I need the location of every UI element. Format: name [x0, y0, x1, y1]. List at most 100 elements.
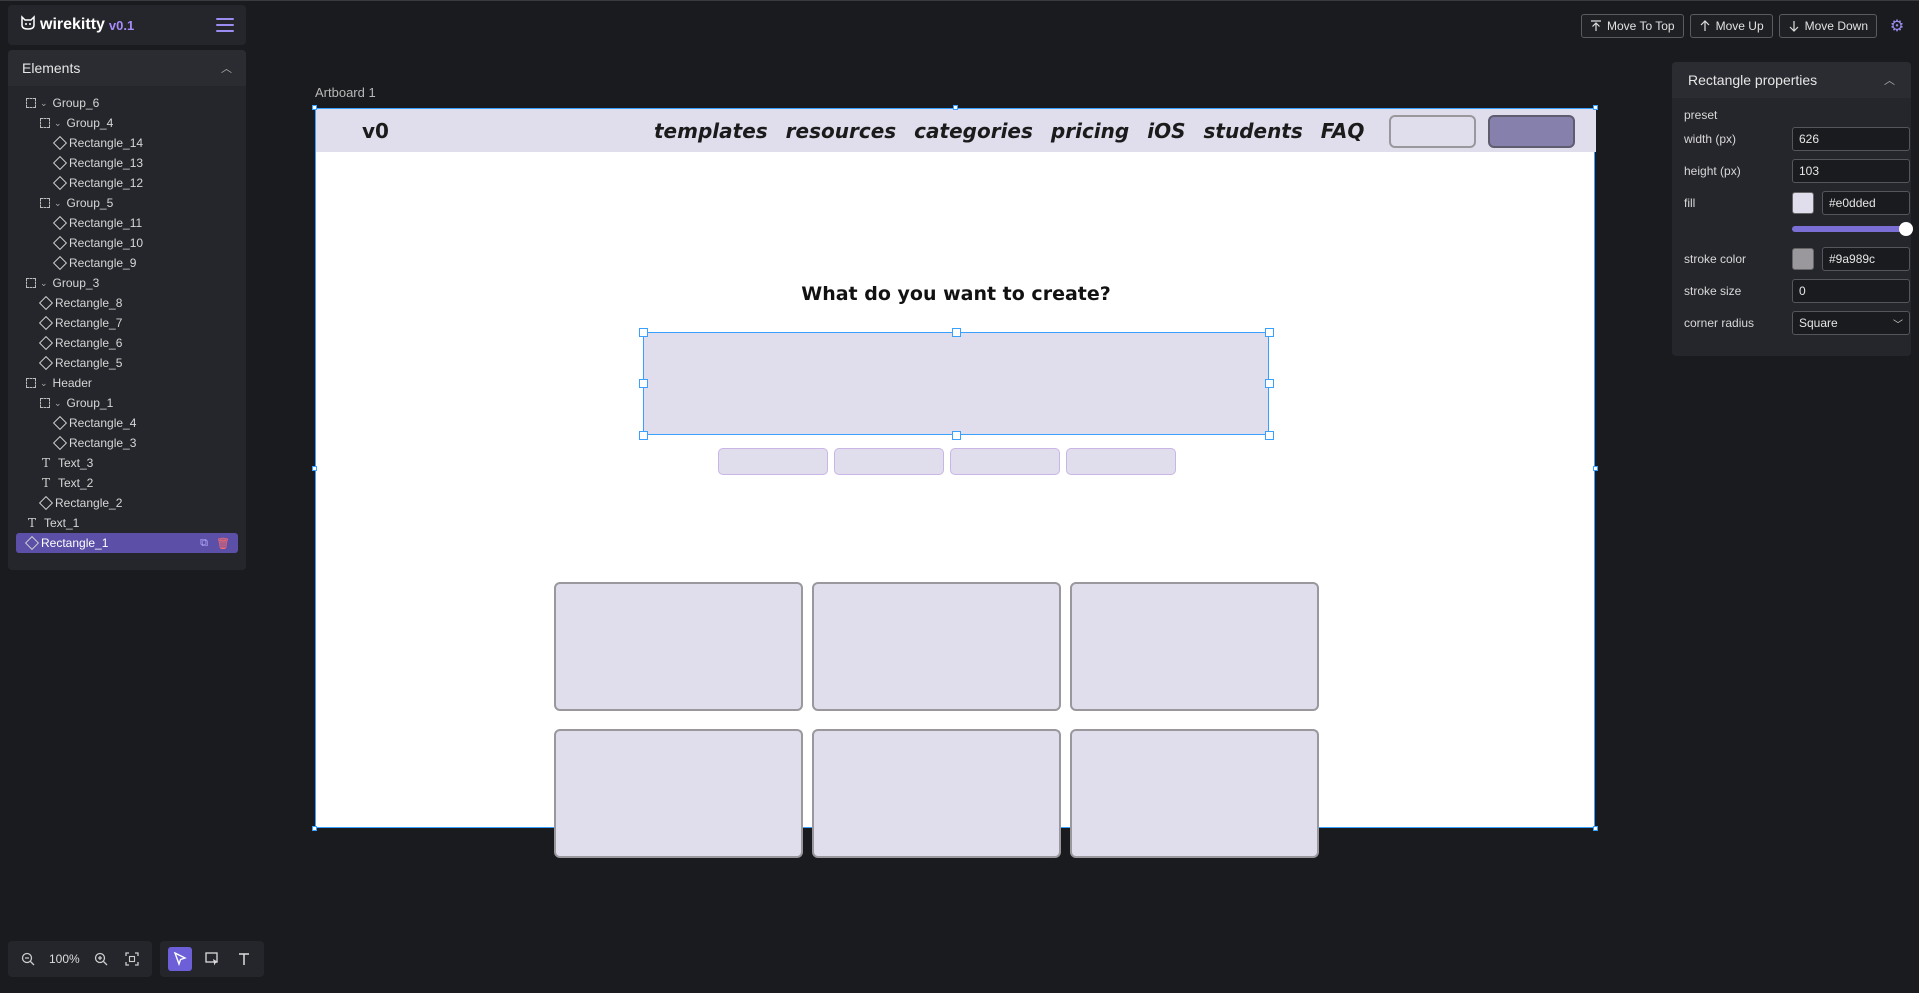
wire-card-overflow[interactable]: [554, 828, 803, 858]
artboard-handle[interactable]: [953, 105, 958, 110]
resize-handle[interactable]: [639, 328, 648, 337]
layer-item[interactable]: Rectangle_11: [16, 213, 238, 233]
layer-item[interactable]: Rectangle_9: [16, 253, 238, 273]
layer-item[interactable]: T Text_2: [16, 473, 238, 493]
nav-item[interactable]: iOS: [1147, 119, 1185, 143]
zoom-out-icon[interactable]: [18, 949, 38, 969]
layer-item[interactable]: ⌄ Group_3: [16, 273, 238, 293]
nav-item[interactable]: FAQ: [1321, 119, 1365, 143]
wire-logo-text[interactable]: v0: [362, 119, 389, 143]
layer-item[interactable]: Rectangle_5: [16, 353, 238, 373]
resize-handle[interactable]: [1265, 431, 1274, 440]
stroke-color-swatch[interactable]: [1792, 248, 1814, 270]
hamburger-menu-icon[interactable]: [216, 18, 234, 32]
width-input[interactable]: 626: [1792, 127, 1910, 151]
layer-item[interactable]: T Text_3: [16, 453, 238, 473]
chevron-down-icon[interactable]: ⌄: [40, 278, 48, 289]
nav-item[interactable]: students: [1203, 119, 1302, 143]
artboard[interactable]: v0 templates resources categories pricin…: [315, 108, 1596, 829]
wire-chip[interactable]: [834, 448, 944, 475]
wire-header[interactable]: v0 templates resources categories pricin…: [316, 109, 1596, 152]
fill-opacity-slider[interactable]: [1792, 222, 1913, 236]
wire-card[interactable]: [554, 729, 803, 829]
selected-rectangle[interactable]: [643, 332, 1269, 435]
chevron-down-icon[interactable]: ⌄: [54, 118, 62, 129]
layer-item[interactable]: Rectangle_14: [16, 133, 238, 153]
chevron-up-icon[interactable]: ︿: [221, 60, 232, 76]
layer-item[interactable]: ⌄ Group_6: [16, 93, 238, 113]
chevron-down-icon[interactable]: ⌄: [54, 398, 62, 409]
resize-handle[interactable]: [1265, 328, 1274, 337]
layer-item[interactable]: T Text_1: [16, 513, 238, 533]
layer-item[interactable]: ⌄ Header: [16, 373, 238, 393]
wire-card-overflow[interactable]: [1070, 828, 1319, 858]
rectangle-tool-icon[interactable]: [200, 947, 224, 971]
move-down-button[interactable]: Move Down: [1778, 14, 1877, 38]
layer-item[interactable]: ⌄ Group_5: [16, 193, 238, 213]
layer-item[interactable]: Rectangle_1 ⧉ 🗑: [16, 533, 238, 553]
layer-item[interactable]: Rectangle_4: [16, 413, 238, 433]
rectangle-icon: [52, 215, 68, 231]
artboard-label[interactable]: Artboard 1: [315, 85, 376, 100]
layer-item[interactable]: Rectangle_13: [16, 153, 238, 173]
layer-item[interactable]: Rectangle_7: [16, 313, 238, 333]
text-tool-icon[interactable]: [232, 947, 256, 971]
nav-item[interactable]: categories: [914, 119, 1033, 143]
wire-card[interactable]: [812, 729, 1061, 829]
wire-card-overflow[interactable]: [812, 828, 1061, 858]
layer-item[interactable]: ⌄ Group_4: [16, 113, 238, 133]
layer-item[interactable]: Rectangle_2: [16, 493, 238, 513]
nav-item[interactable]: templates: [654, 119, 768, 143]
resize-handle[interactable]: [639, 431, 648, 440]
chevron-down-icon[interactable]: ⌄: [54, 198, 62, 209]
wire-chip[interactable]: [718, 448, 828, 475]
duplicate-icon[interactable]: ⧉: [200, 537, 208, 550]
wire-card[interactable]: [1070, 729, 1319, 829]
layer-item[interactable]: ⌄ Group_1: [16, 393, 238, 413]
slider-handle[interactable]: [1899, 222, 1913, 236]
resize-handle[interactable]: [639, 379, 648, 388]
chevron-up-icon[interactable]: ︿: [1884, 72, 1895, 88]
stroke-size-input[interactable]: 0: [1792, 279, 1910, 303]
artboard-handle[interactable]: [312, 826, 317, 831]
gear-icon[interactable]: ⚙: [1887, 16, 1907, 36]
wire-headline[interactable]: What do you want to create?: [316, 283, 1596, 305]
layer-item[interactable]: Rectangle_10: [16, 233, 238, 253]
properties-panel-header[interactable]: Rectangle properties ︿: [1672, 62, 1911, 98]
wire-card[interactable]: [554, 582, 803, 711]
layer-item[interactable]: Rectangle_12: [16, 173, 238, 193]
artboard-handle[interactable]: [312, 466, 317, 471]
layer-item[interactable]: Rectangle_3: [16, 433, 238, 453]
resize-handle[interactable]: [1265, 379, 1274, 388]
artboard-handle[interactable]: [312, 105, 317, 110]
elements-panel-header[interactable]: Elements ︿: [8, 50, 246, 86]
resize-handle[interactable]: [952, 431, 961, 440]
move-up-button[interactable]: Move Up: [1689, 14, 1773, 38]
wire-card[interactable]: [1070, 582, 1319, 711]
artboard-handle[interactable]: [1593, 105, 1598, 110]
wire-card[interactable]: [812, 582, 1061, 711]
corner-radius-select[interactable]: Square ﹀: [1792, 311, 1910, 335]
chevron-down-icon[interactable]: ⌄: [40, 378, 48, 389]
select-tool-cursor-icon[interactable]: [168, 947, 192, 971]
layer-item[interactable]: Rectangle_6: [16, 333, 238, 353]
move-to-top-button[interactable]: Move To Top: [1581, 14, 1684, 38]
artboard-handle[interactable]: [1593, 826, 1598, 831]
wire-chip[interactable]: [950, 448, 1060, 475]
trash-icon[interactable]: 🗑: [216, 537, 230, 550]
nav-item[interactable]: pricing: [1051, 119, 1129, 143]
zoom-in-icon[interactable]: [91, 949, 111, 969]
fit-to-screen-icon[interactable]: [122, 949, 142, 969]
fill-swatch[interactable]: [1792, 192, 1814, 214]
wire-header-button-light[interactable]: [1389, 115, 1476, 148]
chevron-down-icon[interactable]: ⌄: [40, 98, 48, 109]
wire-header-button-dark[interactable]: [1488, 115, 1575, 148]
layer-item[interactable]: Rectangle_8: [16, 293, 238, 313]
fill-input[interactable]: #e0dded: [1822, 191, 1910, 215]
height-input[interactable]: 103: [1792, 159, 1910, 183]
nav-item[interactable]: resources: [786, 119, 897, 143]
resize-handle[interactable]: [952, 328, 961, 337]
stroke-color-input[interactable]: #9a989c: [1822, 247, 1910, 271]
wire-chip[interactable]: [1066, 448, 1176, 475]
artboard-handle[interactable]: [1593, 466, 1598, 471]
